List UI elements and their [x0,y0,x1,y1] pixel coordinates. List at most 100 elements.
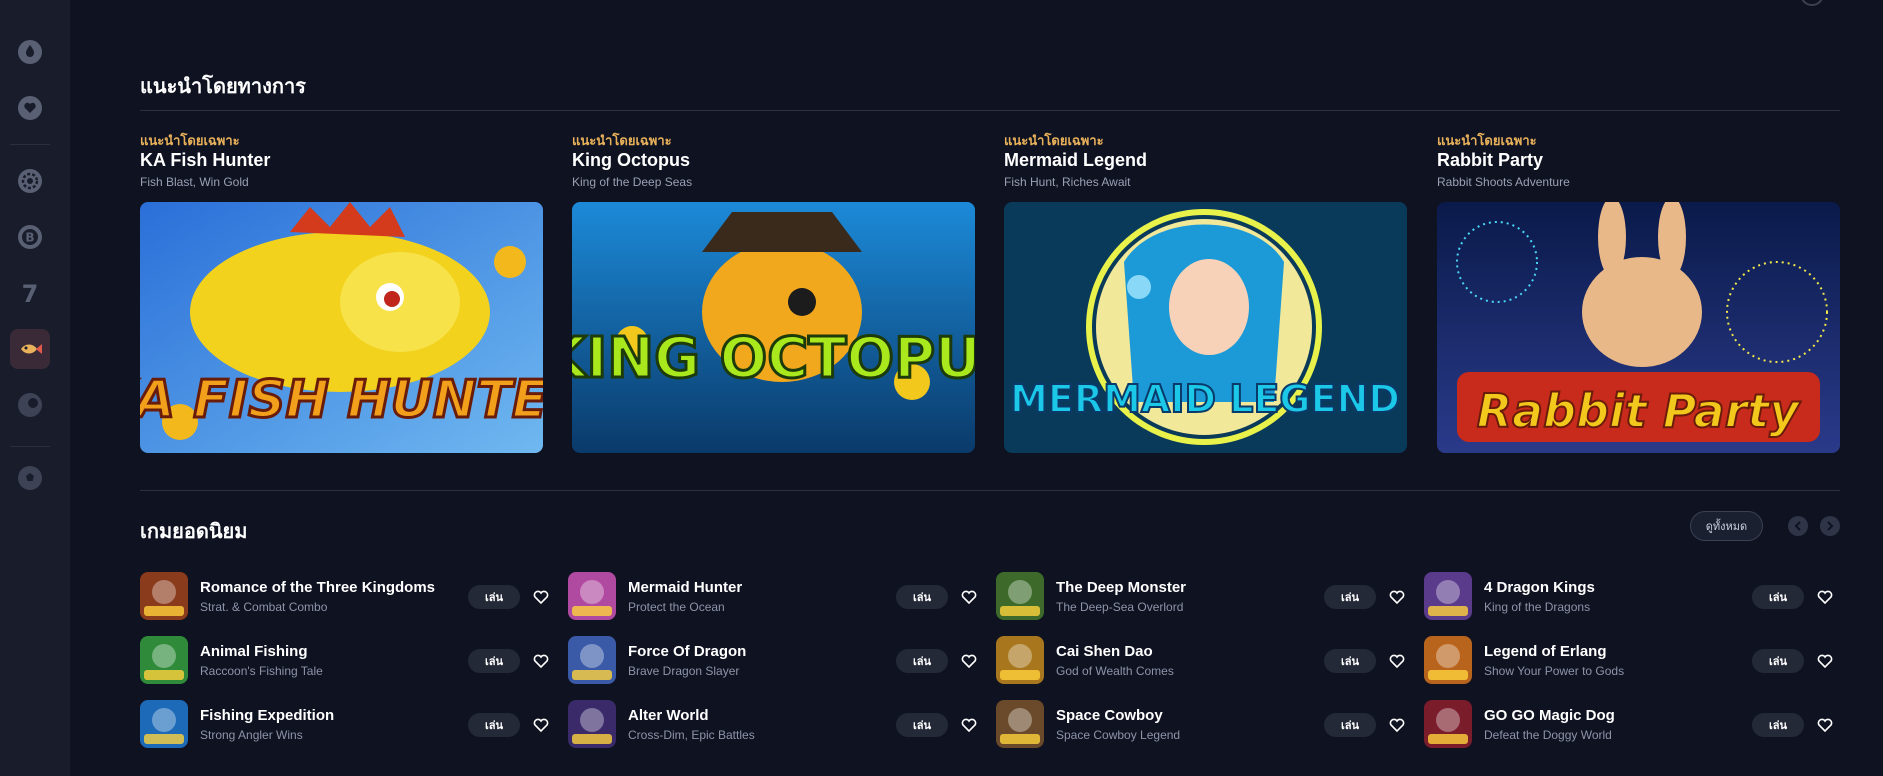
game-thumbnail[interactable] [140,700,188,748]
play-button[interactable]: เล่น [468,713,520,737]
game-name[interactable]: Alter World [628,707,709,724]
card-subtitle: King of the Deep Seas [572,175,693,189]
game-row[interactable]: Romance of the Three Kingdoms Strat. & Co… [140,572,550,622]
favorite-heart-icon[interactable] [1816,652,1834,670]
game-name[interactable]: GO GO Magic Dog [1484,707,1615,724]
favorite-heart-icon[interactable] [960,716,978,734]
next-button[interactable] [1820,516,1840,536]
game-row[interactable]: 4 Dragon Kings King of the Dragons เล่น [1424,572,1834,622]
game-description: Defeat the Doggy World [1484,728,1612,742]
card-title[interactable]: Rabbit Party [1437,150,1840,171]
view-all-button[interactable]: ดูทั้งหมด [1690,511,1763,541]
bitcoin-icon[interactable]: B [14,221,46,253]
poker-chip-icon[interactable] [14,165,46,197]
soccer-ball-icon[interactable] [14,462,46,494]
game-row[interactable]: Legend of Erlang Show Your Power to Gods เ… [1424,636,1834,686]
card-title[interactable]: KA Fish Hunter [140,150,543,171]
favorite-heart-icon[interactable] [532,652,550,670]
prev-button[interactable] [1788,516,1808,536]
favorite-heart-icon[interactable] [1816,716,1834,734]
game-row[interactable]: Mermaid Hunter Protect the Ocean เล่น [568,572,978,622]
game-row[interactable]: Force Of Dragon Brave Dragon Slayer เล่น [568,636,978,686]
play-button[interactable]: เล่น [1324,585,1376,609]
favorite-heart-icon[interactable] [960,588,978,606]
game-name[interactable]: Romance of the Three Kingdoms [200,579,435,596]
game-description: God of Wealth Comes [1056,664,1174,678]
featured-card[interactable]: แนะนำโดยเฉพาะ KA Fish Hunter Fish Blast,… [140,130,543,453]
game-thumbnail[interactable] [568,700,616,748]
card-title[interactable]: Mermaid Legend [1004,150,1407,171]
featured-card[interactable]: แนะนำโดยเฉพาะ Mermaid Legend Fish Hunt, … [1004,130,1407,453]
game-name[interactable]: 4 Dragon Kings [1484,579,1595,596]
favorite-heart-icon[interactable] [1816,588,1834,606]
favorite-heart-icon[interactable] [1388,652,1406,670]
favorite-heart-icon[interactable] [1388,588,1406,606]
card-image[interactable]: Rabbit Party [1437,202,1840,453]
card-title[interactable]: King Octopus [572,150,975,171]
card-image[interactable]: MERMAID LEGEND [1004,202,1407,453]
game-row[interactable]: Alter World Cross-Dim, Epic Battles เล่น [568,700,978,750]
game-thumbnail[interactable] [1424,572,1472,620]
game-description: Protect the Ocean [628,600,725,614]
pokeball-icon[interactable] [14,389,46,421]
game-thumbnail[interactable] [140,636,188,684]
favorite-heart-icon[interactable] [960,652,978,670]
play-button[interactable]: เล่น [1752,713,1804,737]
game-row[interactable]: Space Cowboy Space Cowboy Legend เล่น [996,700,1406,750]
card-art-text: KING OCTOPUS [572,326,975,391]
game-name[interactable]: The Deep Monster [1056,579,1186,596]
play-button[interactable]: เล่น [1324,649,1376,673]
featured-card[interactable]: แนะนำโดยเฉพาะ King Octopus King of the D… [572,130,975,453]
favorite-heart-icon[interactable] [532,716,550,734]
play-button[interactable]: เล่น [468,649,520,673]
game-row[interactable]: The Deep Monster The Deep-Sea Overlord เล่… [996,572,1406,622]
play-button[interactable]: เล่น [896,585,948,609]
game-row[interactable]: Animal Fishing Raccoon's Fishing Tale เล่น [140,636,550,686]
game-thumbnail[interactable] [996,636,1044,684]
game-name[interactable]: Animal Fishing [200,643,308,660]
arrow-right-icon [1827,521,1834,531]
card-tag: แนะนำโดยเฉพาะ [140,133,240,148]
fish-icon[interactable] [10,329,50,369]
top-circle-button[interactable] [1800,0,1824,6]
play-button[interactable]: เล่น [1324,713,1376,737]
featured-card[interactable]: แนะนำโดยเฉพาะ Rabbit Party Rabbit Shoots… [1437,130,1840,453]
game-row[interactable]: Fishing Expedition Strong Angler Wins เล่น [140,700,550,750]
game-name[interactable]: Cai Shen Dao [1056,643,1153,660]
game-name[interactable]: Fishing Expedition [200,707,334,724]
game-row[interactable]: Cai Shen Dao God of Wealth Comes เล่น [996,636,1406,686]
play-button[interactable]: เล่น [896,649,948,673]
game-thumbnail[interactable] [140,572,188,620]
game-name[interactable]: Force Of Dragon [628,643,746,660]
favorite-heart-icon[interactable] [1388,716,1406,734]
play-button[interactable]: เล่น [896,713,948,737]
game-name[interactable]: Legend of Erlang [1484,643,1607,660]
recommended-title: แนะนำโดยทางการ [140,76,306,98]
play-button[interactable]: เล่น [1752,585,1804,609]
svg-text:B: B [25,231,34,245]
game-thumbnail[interactable] [996,700,1044,748]
sidebar: B 7 [0,0,70,776]
favorite-heart-icon[interactable] [532,588,550,606]
game-name[interactable]: Mermaid Hunter [628,579,742,596]
heart-icon[interactable] [14,92,46,124]
game-description: Strong Angler Wins [200,728,303,742]
svg-text:7: 7 [22,280,39,306]
card-image[interactable]: KA FISH HUNTER [140,202,543,453]
drop-icon[interactable] [14,36,46,68]
card-art-text: KA FISH HUNTER [140,370,543,430]
divider [140,110,1840,111]
game-thumbnail[interactable] [1424,700,1472,748]
card-image[interactable]: KING OCTOPUS [572,202,975,453]
play-button[interactable]: เล่น [468,585,520,609]
game-row[interactable]: GO GO Magic Dog Defeat the Doggy World เล่… [1424,700,1834,750]
game-thumbnail[interactable] [1424,636,1472,684]
game-thumbnail[interactable] [996,572,1044,620]
play-button[interactable]: เล่น [1752,649,1804,673]
card-art-text: Rabbit Party [1477,384,1802,438]
game-name[interactable]: Space Cowboy [1056,707,1163,724]
seven-slot-icon[interactable]: 7 [14,277,46,309]
game-thumbnail[interactable] [568,636,616,684]
game-thumbnail[interactable] [568,572,616,620]
game-description: King of the Dragons [1484,600,1591,614]
